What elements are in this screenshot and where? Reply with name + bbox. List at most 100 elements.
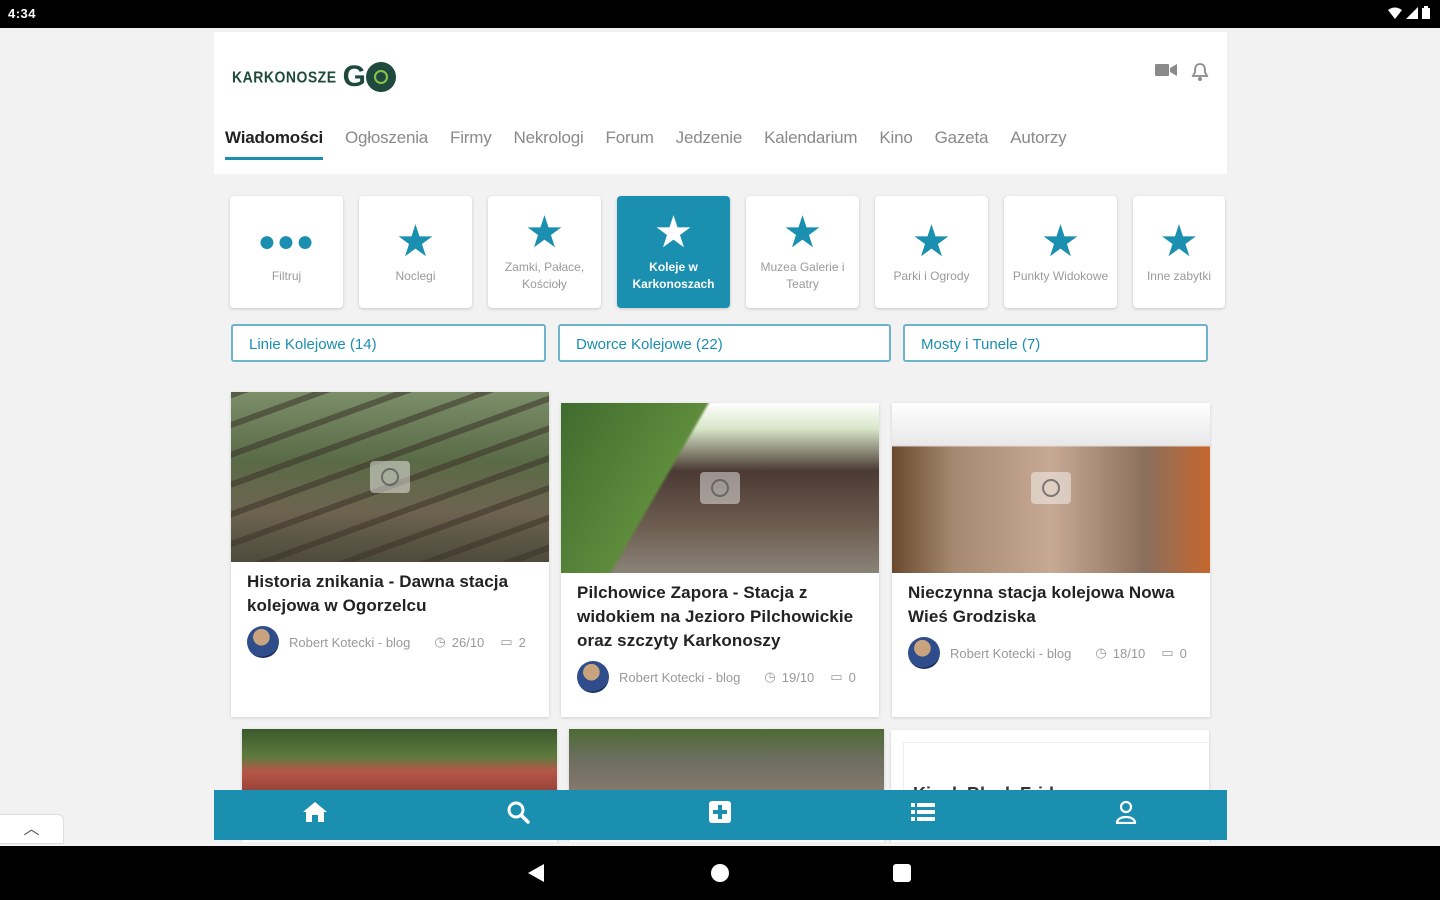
- star-icon: ★: [395, 216, 436, 266]
- filter-chips: Linie Kolejowe (14) Dworce Kolejowe (22)…: [231, 324, 1208, 362]
- clock-icon: ◷: [764, 669, 776, 684]
- user-icon[interactable]: [1106, 800, 1146, 831]
- app-header: KARKONOSZE G Wiadomości Ogłoszenia Firmy…: [214, 32, 1227, 174]
- system-nav-bar: [0, 846, 1440, 900]
- scroll-top-button[interactable]: ︿: [0, 814, 64, 844]
- article-image: [892, 403, 1210, 573]
- chip-linie[interactable]: Linie Kolejowe (14): [231, 324, 546, 362]
- comment-icon: ▭: [500, 634, 513, 649]
- recents-icon[interactable]: [893, 864, 911, 882]
- bottom-nav: [214, 790, 1227, 840]
- star-icon: ★: [1040, 216, 1081, 266]
- list-icon[interactable]: [903, 801, 943, 829]
- status-icons: [1388, 6, 1430, 22]
- article-image: [569, 729, 884, 799]
- article-date: 19/10: [781, 669, 815, 685]
- app-logo[interactable]: KARKONOSZE G: [232, 60, 396, 94]
- header-icons: [1155, 62, 1209, 87]
- back-icon[interactable]: [528, 864, 544, 882]
- star-icon: ★: [911, 216, 952, 266]
- category-koleje[interactable]: ★ Koleje w Karkonoszach: [617, 196, 730, 308]
- article-title: Historia znikania - Dawna stacja kolejow…: [247, 572, 509, 615]
- category-inne[interactable]: ★ Inne zabytki: [1133, 196, 1225, 308]
- tab-forum[interactable]: Forum: [595, 128, 665, 160]
- clock-icon: ◷: [434, 634, 446, 649]
- camera-icon: [700, 472, 740, 504]
- article-comments: 0: [848, 669, 856, 685]
- article-meta: Robert Kotecki - blog ◷ 19/10 ▭ 0: [561, 653, 879, 701]
- category-label: Punkty Widokowe: [1012, 268, 1109, 283]
- camera-icon: [370, 461, 410, 493]
- tab-nekrologi[interactable]: Nekrologi: [503, 128, 595, 160]
- article-meta: Robert Kotecki - blog ◷ 18/10 ▭ 0: [892, 629, 1210, 677]
- camera-icon: [1031, 472, 1071, 504]
- comment-icon: ▭: [1161, 645, 1174, 660]
- article-date: 26/10: [451, 634, 485, 650]
- category-label: Muzea Galerie i Teatry: [760, 260, 845, 291]
- logo-power-icon: [365, 62, 396, 92]
- avatar: [908, 637, 940, 669]
- article-author: Robert Kotecki - blog: [619, 669, 741, 685]
- logo-go: G: [343, 60, 396, 94]
- category-tiles: ●●● Filtruj ★ Noclegi ★ Zamki, Pałace, K…: [230, 196, 1225, 308]
- more-dots-icon: ●●●: [257, 224, 316, 258]
- battery-icon: [1422, 6, 1430, 22]
- status-bar: 4:34: [0, 0, 1440, 28]
- tab-autorzy[interactable]: Autorzy: [999, 128, 1077, 160]
- search-icon[interactable]: [498, 800, 538, 831]
- tab-jedzenie[interactable]: Jedzenie: [665, 128, 753, 160]
- article-comments: 0: [1179, 645, 1187, 661]
- category-label: Inne zabytki: [1146, 268, 1212, 283]
- tab-firmy[interactable]: Firmy: [439, 128, 502, 160]
- avatar: [247, 626, 279, 658]
- category-zamki[interactable]: ★ Zamki, Pałace, Kościoły: [488, 196, 601, 308]
- tab-wiadomosci[interactable]: Wiadomości: [214, 128, 334, 160]
- chevron-up-icon: ︿: [23, 821, 40, 838]
- clock-icon: ◷: [1095, 645, 1107, 660]
- status-time: 4:34: [8, 6, 37, 21]
- home-circle-icon[interactable]: [711, 864, 729, 882]
- category-filter[interactable]: ●●● Filtruj: [230, 196, 343, 308]
- signal-icon: [1406, 6, 1418, 22]
- chip-mosty[interactable]: Mosty i Tunele (7): [903, 324, 1208, 362]
- article-comments: 2: [518, 634, 526, 650]
- article-author: Robert Kotecki - blog: [289, 634, 411, 650]
- home-icon[interactable]: [295, 800, 335, 831]
- tab-kalendarium[interactable]: Kalendarium: [753, 128, 868, 160]
- category-noclegi[interactable]: ★ Noclegi: [359, 196, 472, 308]
- article-card[interactable]: Nieczynna stacja kolejowa Nowa Wieś Grod…: [892, 403, 1210, 717]
- chip-dworce[interactable]: Dworce Kolejowe (22): [558, 324, 891, 362]
- article-meta: Robert Kotecki - blog ◷ 26/10 ▭ 2: [231, 618, 549, 666]
- logo-go-letter: G: [342, 60, 366, 93]
- add-box-icon[interactable]: [700, 800, 740, 830]
- video-camera-icon[interactable]: [1155, 62, 1177, 87]
- category-label: Filtruj: [271, 268, 302, 283]
- category-label: Zamki, Pałace, Kościoły: [504, 260, 585, 291]
- category-muzea[interactable]: ★ Muzea Galerie i Teatry: [746, 196, 859, 308]
- main-tabs: Wiadomości Ogłoszenia Firmy Nekrologi Fo…: [214, 128, 1227, 164]
- tab-ogloszenia[interactable]: Ogłoszenia: [334, 128, 439, 160]
- article-title: Pilchowice Zapora - Stacja z widokiem na…: [577, 583, 854, 650]
- article-image: [231, 392, 549, 562]
- article-image: [242, 729, 557, 799]
- bell-icon[interactable]: [1191, 62, 1209, 87]
- article-card[interactable]: Pilchowice Zapora - Stacja z widokiem na…: [561, 403, 879, 717]
- star-icon: ★: [1159, 216, 1199, 266]
- star-icon: ★: [524, 208, 565, 257]
- app-container: KARKONOSZE G Wiadomości Ogłoszenia Firmy…: [214, 32, 1227, 842]
- logo-text: KARKONOSZE: [232, 68, 337, 86]
- article-card[interactable]: Historia znikania - Dawna stacja kolejow…: [231, 392, 549, 717]
- star-icon: ★: [653, 208, 694, 257]
- article-image: [561, 403, 879, 573]
- category-label: Noclegi: [395, 268, 436, 283]
- comment-icon: ▭: [830, 669, 843, 684]
- tab-gazeta[interactable]: Gazeta: [924, 128, 1000, 160]
- article-author: Robert Kotecki - blog: [950, 645, 1072, 661]
- wifi-icon: [1388, 7, 1402, 22]
- article-title: Nieczynna stacja kolejowa Nowa Wieś Grod…: [908, 583, 1175, 626]
- category-punkty[interactable]: ★ Punkty Widokowe: [1004, 196, 1117, 308]
- category-label: Koleje w Karkonoszach: [632, 260, 715, 291]
- tab-kino[interactable]: Kino: [868, 128, 923, 160]
- category-parki[interactable]: ★ Parki i Ogrody: [875, 196, 988, 308]
- article-date: 18/10: [1112, 645, 1146, 661]
